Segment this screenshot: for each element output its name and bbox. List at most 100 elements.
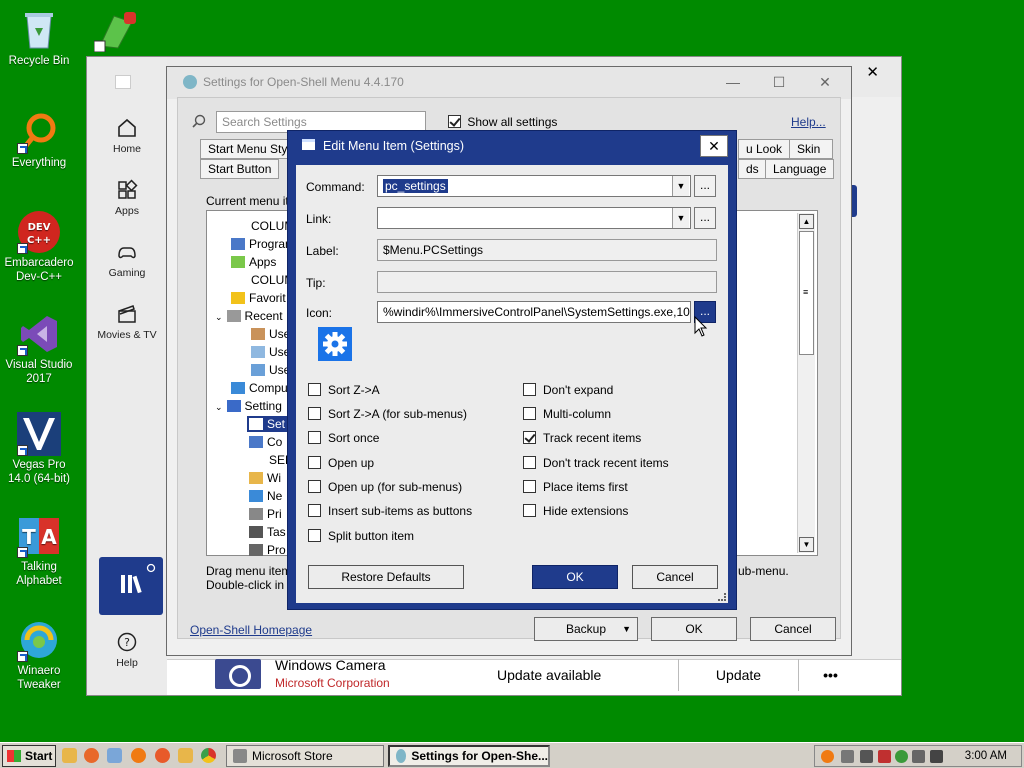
tree-item[interactable]: Favorit [231,291,286,305]
tree-item[interactable]: Use [251,345,290,359]
more-options-button[interactable]: ••• [798,659,862,691]
tree-item[interactable]: Compu [231,381,288,395]
desktop-icon-vegas-pro[interactable]: Vegas Pro 14.0 (64-bit) [2,412,76,486]
cloud-off-tray-icon[interactable] [841,750,854,763]
globe-tray-icon[interactable] [895,750,908,763]
option-split-button[interactable]: Split button item [308,529,414,543]
desktop-icon-visual-studio[interactable]: Visual Studio 2017 [2,312,76,386]
tab-look[interactable]: u Look [738,139,791,159]
tree-item[interactable]: Use [251,327,290,341]
tab-language[interactable]: Language [765,159,835,179]
show-all-settings-checkbox[interactable]: Show all settings [448,115,557,129]
tip-field[interactable] [377,271,717,293]
dialog-ok-button[interactable]: OK [532,565,618,589]
command-browse-button[interactable]: ... [694,175,716,197]
option-dont-track-recent[interactable]: Don't track recent items [523,456,669,470]
command-combo[interactable]: pc_settings ▼ [377,175,691,197]
desktop-icon-app[interactable] [93,8,138,53]
close-button[interactable]: ✕ [802,67,848,97]
store-close-icon[interactable]: ✕ [866,63,879,81]
option-hide-extensions[interactable]: Hide extensions [523,504,628,518]
scroll-thumb[interactable]: ≡ [799,231,814,355]
chrome-quicklaunch-icon[interactable] [201,748,216,763]
library-button[interactable] [99,557,163,615]
minimize-button[interactable]: — [710,67,756,97]
option-sort-za-submenus[interactable]: Sort Z->A (for sub-menus) [308,407,467,421]
tab-keyboards[interactable]: ds [738,159,767,179]
tab-skin[interactable]: Skin [789,139,833,159]
option-multi-column[interactable]: Multi-column [523,407,611,421]
update-button[interactable]: Update [678,659,798,691]
search-tray-icon[interactable] [821,750,834,763]
nav-movies[interactable]: Movies & TV [87,303,167,341]
resize-grip-icon[interactable] [718,593,726,601]
tree-item[interactable]: ⌄ Setting [215,399,282,413]
tree-item[interactable]: Use [251,363,290,377]
chevron-down-icon[interactable]: ▼ [672,176,689,196]
icon-path-field[interactable]: %windir%\ImmersiveControlPanel\SystemSet… [377,301,691,323]
tab-start-button[interactable]: Start Button [200,159,280,179]
option-open-up[interactable]: Open up [308,456,374,470]
firefox-quicklaunch-icon[interactable] [84,748,99,763]
desktop-icon-recycle-bin[interactable]: Recycle Bin [2,8,76,68]
option-place-items-first[interactable]: Place items first [523,480,628,494]
tree-item[interactable]: Pro [249,543,286,557]
network-tray-icon[interactable] [912,750,925,763]
option-open-up-submenus[interactable]: Open up (for sub-menus) [308,480,462,494]
keyboard-quicklaunch-icon[interactable] [107,748,122,763]
maximize-button[interactable]: ☐ [756,67,802,97]
dialog-cancel-button[interactable]: Cancel [632,565,718,589]
tree-item-selected[interactable]: Set [247,416,288,432]
link-browse-button[interactable]: ... [694,207,716,229]
link-combo[interactable]: ▼ [377,207,691,229]
tree-item[interactable]: Wi [249,471,281,485]
tree-item[interactable]: Ne [249,489,282,503]
search-quicklaunch-icon[interactable] [131,748,146,763]
dialog-close-button[interactable]: ✕ [700,135,728,157]
scroll-down-icon[interactable]: ▼ [799,537,814,552]
task-microsoft-store[interactable]: Microsoft Store [226,745,384,767]
homepage-link[interactable]: Open-Shell Homepage [190,623,312,637]
settings-ok-button[interactable]: OK [651,617,737,641]
volume-tray-icon[interactable] [930,750,943,763]
help-link[interactable]: Help... [791,115,826,129]
nav-apps[interactable]: Apps [87,179,167,217]
desktop-icon-label: Talking Alphabet [16,561,62,587]
option-insert-subitems-buttons[interactable]: Insert sub-items as buttons [308,504,472,518]
tree-item[interactable]: Co [249,435,282,449]
nav-home[interactable]: Home [87,117,167,155]
firefox2-quicklaunch-icon[interactable] [155,748,170,763]
chevron-down-icon[interactable]: ▼ [672,208,689,228]
scroll-up-icon[interactable]: ▲ [799,214,814,229]
nav-gaming[interactable]: Gaming [87,241,167,279]
task-open-shell-settings[interactable]: Settings for Open-She... [388,745,550,767]
desktop-icon-talking-alphabet[interactable]: TA Talking Alphabet [2,514,76,588]
start-button[interactable]: Start [2,745,56,767]
app-publisher: Microsoft Corporation [275,676,390,690]
desktop-icon-everything[interactable]: Everything [2,110,76,170]
option-track-recent[interactable]: Track recent items [523,431,641,445]
option-sort-za[interactable]: Sort Z->A [308,383,380,397]
settings-cancel-button[interactable]: Cancel [750,617,836,641]
security-tray-icon[interactable] [878,750,891,763]
tree-item[interactable]: Pri [249,507,282,521]
tree-item[interactable]: Apps [231,255,276,269]
tree-item[interactable]: Tas [249,525,286,539]
tree-item[interactable]: ⌄ Recent [215,309,283,323]
library-icon [121,563,156,594]
tree-scrollbar[interactable]: ▲ ≡ ▼ [797,213,815,553]
option-dont-expand[interactable]: Don't expand [523,383,613,397]
search-icon [192,114,206,128]
nav-help[interactable]: ? Help [87,631,167,669]
shield-tray-icon[interactable] [860,750,873,763]
folder-quicklaunch-icon[interactable] [178,748,193,763]
tree-item[interactable]: Program [231,237,295,251]
label-field[interactable]: $Menu.PCSettings [377,239,717,261]
backup-button[interactable]: Backup ▼ [534,617,638,641]
explorer-quicklaunch-icon[interactable] [62,748,77,763]
desktop-icon-winaero[interactable]: Winaero Tweaker [2,618,76,692]
option-sort-once[interactable]: Sort once [308,431,379,445]
clock[interactable]: 3:00 AM [965,750,1007,762]
restore-defaults-button[interactable]: Restore Defaults [308,565,464,589]
desktop-icon-devcpp[interactable]: DEV C++ Embarcadero Dev-C++ [2,210,76,284]
